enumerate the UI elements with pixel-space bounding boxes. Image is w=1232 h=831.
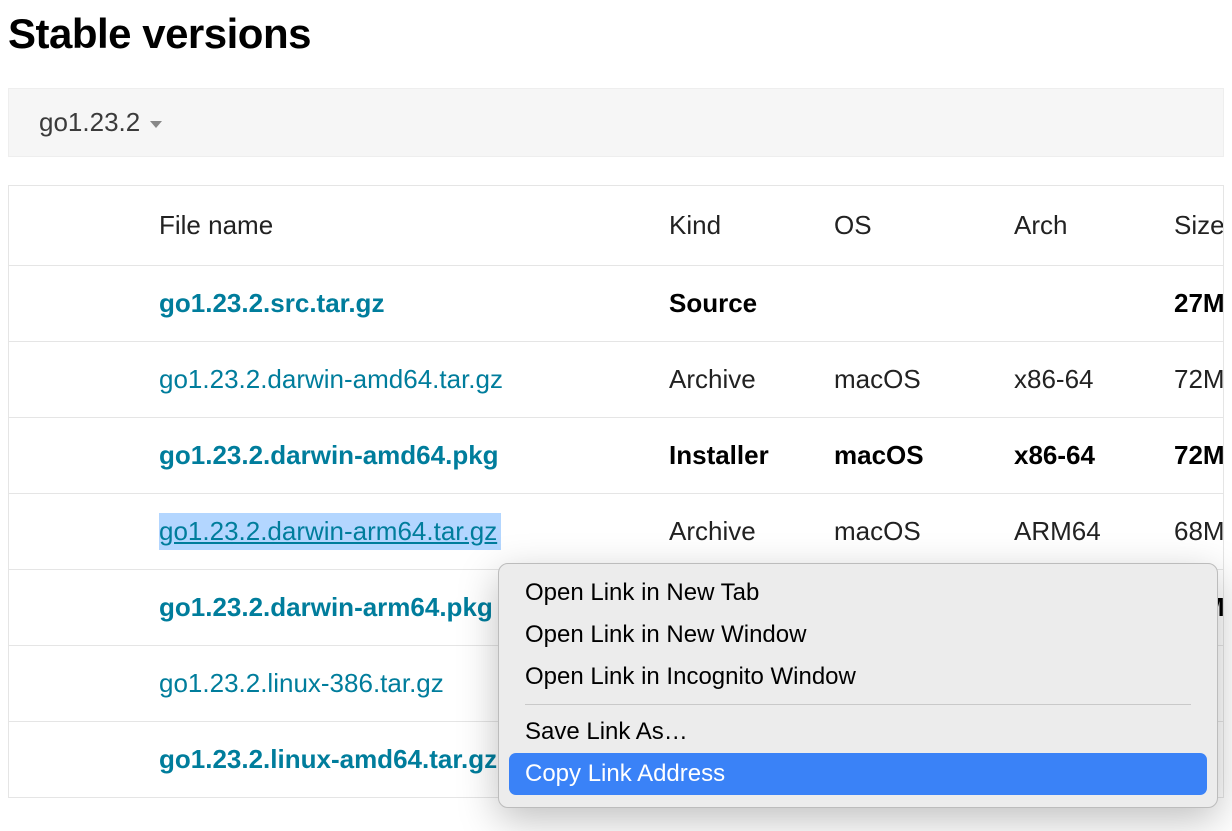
cell-pad (9, 342, 139, 418)
cell-size: 27M (1154, 266, 1223, 342)
page-title: Stable versions (8, 10, 1232, 58)
cell-pad (9, 722, 139, 798)
cell-kind: Archive (649, 494, 814, 570)
header-pad (9, 186, 139, 266)
cell-filename: go1.23.2.src.tar.gz (139, 266, 649, 342)
chevron-down-icon (150, 121, 162, 128)
context-menu-item[interactable]: Open Link in New Tab (509, 572, 1207, 614)
cell-arch: ARM64 (994, 494, 1154, 570)
version-selector[interactable]: go1.23.2 (39, 107, 162, 138)
cell-filename: go1.23.2.darwin-amd64.pkg (139, 418, 649, 494)
context-menu-separator (525, 704, 1191, 705)
cell-os (814, 266, 994, 342)
cell-filename: go1.23.2.darwin-arm64.tar.gz (139, 494, 649, 570)
cell-pad (9, 494, 139, 570)
header-size: Size (1154, 186, 1223, 266)
header-filename: File name (139, 186, 649, 266)
table-row: go1.23.2.src.tar.gz Source 27M (9, 266, 1223, 342)
cell-arch (994, 266, 1154, 342)
download-link[interactable]: go1.23.2.darwin-amd64.pkg (159, 440, 499, 470)
version-selector-bar: go1.23.2 (8, 88, 1224, 157)
download-link[interactable]: go1.23.2.darwin-amd64.tar.gz (159, 364, 503, 394)
cell-size: 68M (1154, 494, 1223, 570)
header-arch: Arch (994, 186, 1154, 266)
download-link[interactable]: go1.23.2.darwin-arm64.pkg (159, 592, 493, 622)
cell-filename: go1.23.2.darwin-amd64.tar.gz (139, 342, 649, 418)
context-menu-item[interactable]: Copy Link Address (509, 753, 1207, 795)
cell-arch: x86-64 (994, 342, 1154, 418)
download-link[interactable]: go1.23.2.src.tar.gz (159, 288, 384, 318)
table-row: go1.23.2.darwin-amd64.pkg InstallermacOSx… (9, 418, 1223, 494)
header-os: OS (814, 186, 994, 266)
context-menu-item[interactable]: Open Link in New Window (509, 614, 1207, 656)
cell-size: 72M (1154, 418, 1223, 494)
cell-os: macOS (814, 418, 994, 494)
cell-os: macOS (814, 494, 994, 570)
version-selector-label: go1.23.2 (39, 107, 140, 138)
header-kind: Kind (649, 186, 814, 266)
download-link[interactable]: go1.23.2.linux-386.tar.gz (159, 668, 444, 698)
context-menu-item[interactable]: Open Link in Incognito Window (509, 656, 1207, 698)
download-link[interactable]: go1.23.2.darwin-arm64.tar.gz (159, 513, 501, 550)
cell-kind: Source (649, 266, 814, 342)
cell-pad (9, 266, 139, 342)
cell-size: 72M (1154, 342, 1223, 418)
table-header-row: File name Kind OS Arch Size (9, 186, 1223, 266)
cell-kind: Archive (649, 342, 814, 418)
cell-pad (9, 646, 139, 722)
cell-kind: Installer (649, 418, 814, 494)
table-row: go1.23.2.darwin-arm64.tar.gz ArchivemacOS… (9, 494, 1223, 570)
context-menu-item[interactable]: Save Link As… (509, 711, 1207, 753)
cell-pad (9, 570, 139, 646)
cell-os: macOS (814, 342, 994, 418)
context-menu: Open Link in New TabOpen Link in New Win… (498, 563, 1218, 808)
cell-arch: x86-64 (994, 418, 1154, 494)
cell-pad (9, 418, 139, 494)
download-link[interactable]: go1.23.2.linux-amd64.tar.gz (159, 744, 497, 774)
table-row: go1.23.2.darwin-amd64.tar.gz ArchivemacOS… (9, 342, 1223, 418)
